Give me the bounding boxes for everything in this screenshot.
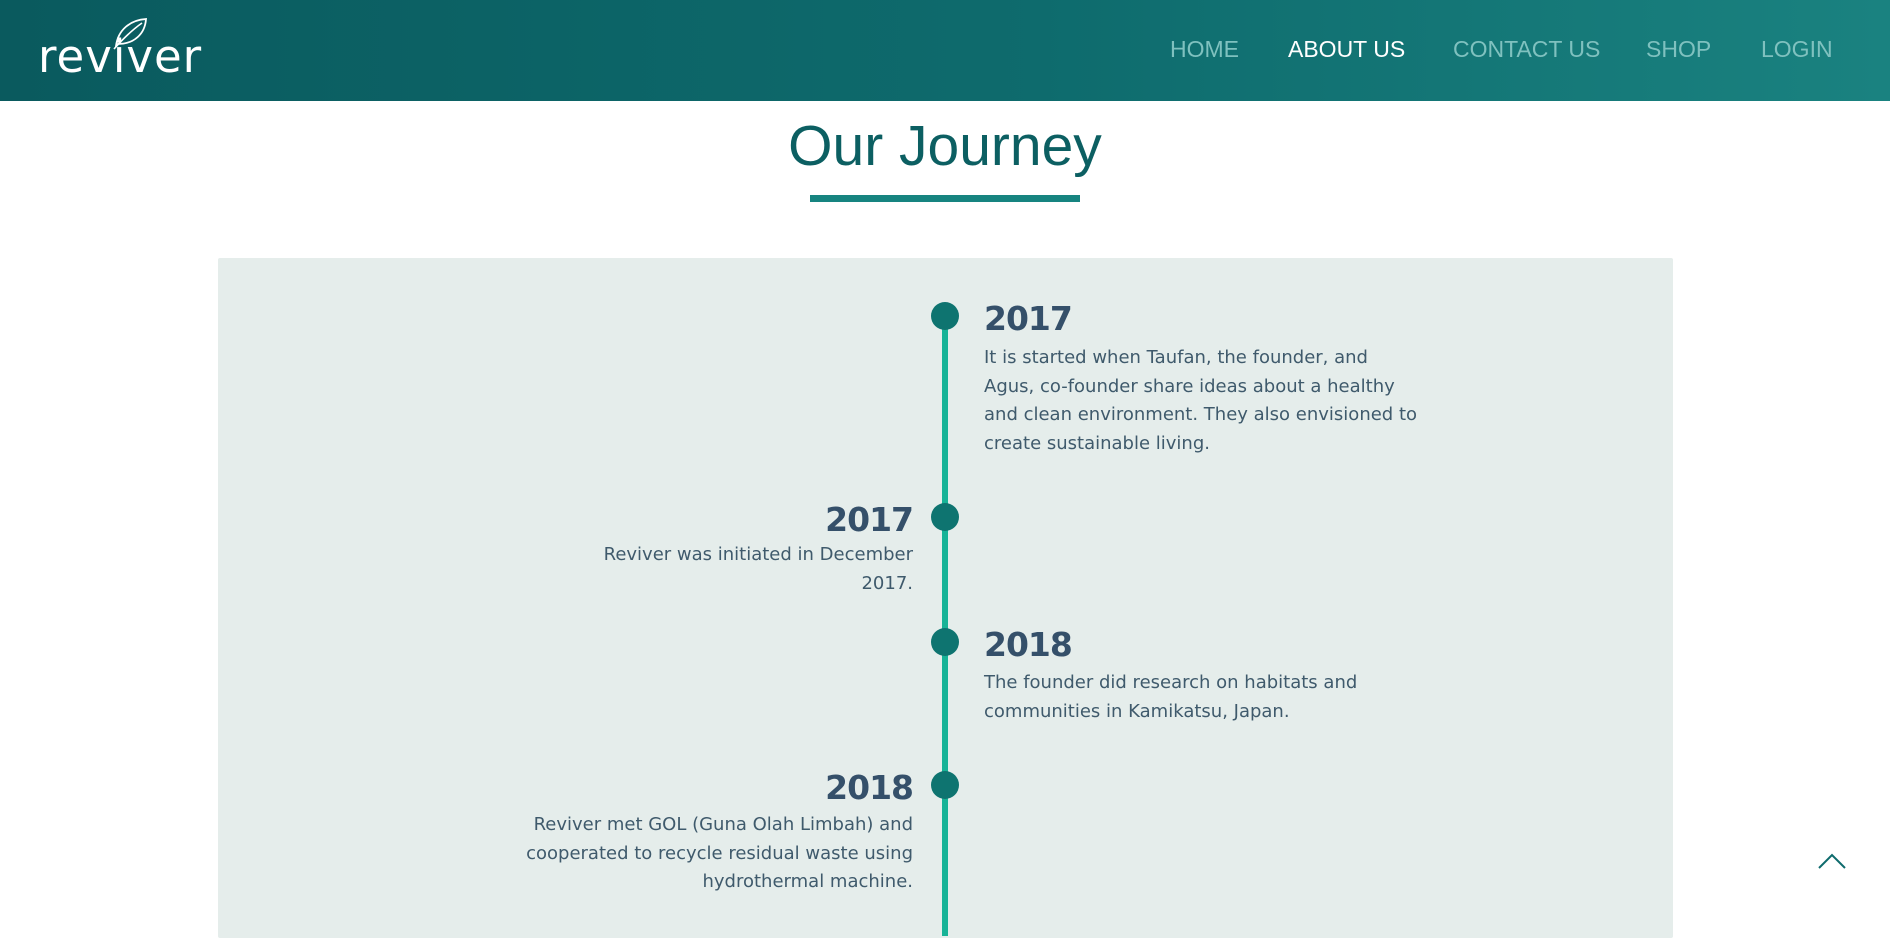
logo[interactable]: reviver: [38, 16, 201, 86]
entry-text-line: cooperated to recycle residual waste usi…: [526, 842, 913, 864]
entry-text-line: create sustainable living.: [984, 432, 1210, 454]
top-navbar: reviver HOME ABOUT US CONTACT US SHOP LO…: [0, 0, 1890, 101]
nav-about-us[interactable]: ABOUT US: [1288, 36, 1405, 63]
timeline-dot: [931, 771, 959, 799]
entry-text-line: It is started when Taufan, the founder, …: [984, 347, 1368, 368]
entry-text-line: Reviver was initiated in December: [603, 544, 913, 565]
timeline-line: [942, 316, 948, 936]
timeline-dot: [931, 302, 959, 330]
nav-home[interactable]: HOME: [1170, 36, 1239, 63]
entry-text-line: Reviver met GOL (Guna Olah Limbah) and: [533, 814, 913, 835]
timeline-dot: [931, 628, 959, 656]
nav-shop[interactable]: SHOP: [1646, 36, 1711, 63]
entry-year: 2017: [825, 500, 914, 539]
entry-year: 2018: [984, 625, 1073, 664]
timeline-dot: [931, 503, 959, 531]
nav-contact-us[interactable]: CONTACT US: [1453, 36, 1600, 63]
entry-text: The founder did research on habitats and…: [984, 669, 1357, 726]
entry-text-line: and clean environment. They also envisio…: [984, 404, 1418, 425]
title-underline: [810, 195, 1080, 202]
entry-year: 2017: [984, 299, 1073, 338]
entry-text-line: The founder did research on habitats and: [984, 672, 1358, 693]
logo-text: reviver: [38, 30, 203, 83]
entry-text-line: hydrothermal machine.: [702, 871, 914, 892]
back-to-top-button[interactable]: [1812, 842, 1852, 882]
entry-text-line: 2017.: [861, 572, 913, 594]
entry-year: 2018: [825, 768, 914, 807]
entry-text: Reviver was initiated in December 2017.: [604, 541, 913, 598]
nav-login[interactable]: LOGIN: [1761, 36, 1833, 63]
page-title: Our Journey: [788, 114, 1102, 178]
entry-text: Reviver met GOL (Guna Olah Limbah) and c…: [526, 811, 913, 897]
entry-text-line: communities in Kamikatsu, Japan.: [984, 700, 1290, 722]
chevron-up-icon: [1818, 853, 1846, 869]
entry-text: It is started when Taufan, the founder, …: [984, 344, 1417, 458]
entry-text-line: Agus, co-founder share ideas about a hea…: [984, 375, 1395, 397]
